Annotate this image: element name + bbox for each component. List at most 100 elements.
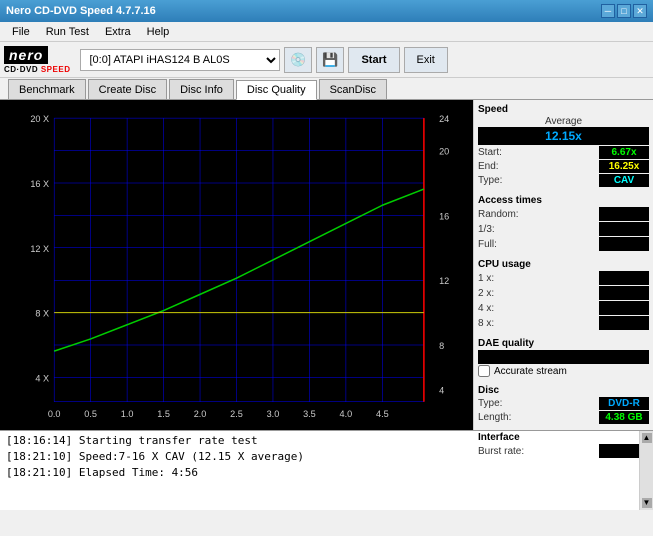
cpu-8x-row: 8 x: bbox=[478, 316, 649, 330]
title-bar: Nero CD-DVD Speed 4.7.7.16 ─ □ ✕ bbox=[0, 0, 653, 22]
log-entry-2: [18:21:10] Speed:7-16 X CAV (12.15 X ave… bbox=[6, 449, 633, 465]
onethird-row: 1/3: bbox=[478, 222, 649, 236]
svg-text:12: 12 bbox=[439, 276, 449, 286]
svg-text:3.5: 3.5 bbox=[303, 409, 316, 419]
cpu-2x-row: 2 x: bbox=[478, 286, 649, 300]
full-label: Full: bbox=[478, 239, 497, 250]
random-row: Random: bbox=[478, 207, 649, 221]
dae-title: DAE quality bbox=[478, 338, 649, 349]
minimize-button[interactable]: ─ bbox=[601, 4, 615, 18]
cd-icon-button[interactable]: 💿 bbox=[284, 47, 312, 73]
svg-text:4.5: 4.5 bbox=[376, 409, 389, 419]
log-entry-1: [18:16:14] Starting transfer rate test bbox=[6, 433, 633, 449]
onethird-label: 1/3: bbox=[478, 224, 495, 235]
random-label: Random: bbox=[478, 209, 519, 220]
menu-run-test[interactable]: Run Test bbox=[38, 24, 97, 40]
cdspeed-logo: CD·DVD SPEED bbox=[4, 65, 70, 74]
cpu-1x-row: 1 x: bbox=[478, 271, 649, 285]
end-value: 16.25x bbox=[599, 160, 649, 173]
tab-disc-quality[interactable]: Disc Quality bbox=[236, 80, 317, 100]
full-row: Full: bbox=[478, 237, 649, 251]
svg-text:1.5: 1.5 bbox=[157, 409, 170, 419]
disc-length-label: Length: bbox=[478, 412, 511, 423]
main-content: 20 X 16 X 12 X 8 X 4 X 24 20 16 12 8 4 0… bbox=[0, 100, 653, 430]
cpu-4x-label: 4 x: bbox=[478, 303, 494, 314]
disc-type-label: Type: bbox=[478, 398, 502, 409]
disc-type-row: Type: DVD-R bbox=[478, 397, 649, 410]
onethird-value bbox=[599, 222, 649, 236]
scroll-up-button[interactable]: ▲ bbox=[642, 433, 652, 443]
cpu-title: CPU usage bbox=[478, 259, 649, 270]
svg-text:12 X: 12 X bbox=[30, 244, 49, 254]
svg-text:24: 24 bbox=[439, 114, 449, 124]
accurate-stream-checkbox[interactable] bbox=[478, 365, 490, 377]
dae-value bbox=[478, 350, 649, 364]
disc-title: Disc bbox=[478, 385, 649, 396]
maximize-button[interactable]: □ bbox=[617, 4, 631, 18]
disc-section: Disc Type: DVD-R Length: 4.38 GB bbox=[478, 385, 649, 424]
menu-help[interactable]: Help bbox=[139, 24, 178, 40]
start-button[interactable]: Start bbox=[348, 47, 399, 73]
cpu-8x-value bbox=[599, 316, 649, 330]
end-row: End: 16.25x bbox=[478, 160, 649, 173]
cpu-2x-value bbox=[599, 286, 649, 300]
close-button[interactable]: ✕ bbox=[633, 4, 647, 18]
right-panel: Speed Average 12.15x Start: 6.67x End: 1… bbox=[473, 100, 653, 430]
start-row: Start: 6.67x bbox=[478, 146, 649, 159]
type-row: Type: CAV bbox=[478, 174, 649, 187]
tab-bar: Benchmark Create Disc Disc Info Disc Qua… bbox=[0, 78, 653, 100]
tab-disc-info[interactable]: Disc Info bbox=[169, 79, 234, 99]
log-area: [18:16:14] Starting transfer rate test [… bbox=[0, 430, 653, 510]
tab-benchmark[interactable]: Benchmark bbox=[8, 79, 86, 99]
chart-svg: 20 X 16 X 12 X 8 X 4 X 24 20 16 12 8 4 0… bbox=[8, 108, 465, 422]
speed-title: Speed bbox=[478, 104, 649, 115]
logo: nero CD·DVD SPEED bbox=[4, 46, 70, 74]
disc-length-value: 4.38 GB bbox=[599, 411, 649, 424]
cpu-1x-label: 1 x: bbox=[478, 273, 494, 284]
type-value: CAV bbox=[599, 174, 649, 187]
svg-text:4: 4 bbox=[439, 386, 444, 396]
svg-text:0.0: 0.0 bbox=[48, 409, 61, 419]
menu-file[interactable]: File bbox=[4, 24, 38, 40]
svg-text:4.0: 4.0 bbox=[340, 409, 353, 419]
cpu-4x-value bbox=[599, 301, 649, 315]
chart-area: 20 X 16 X 12 X 8 X 4 X 24 20 16 12 8 4 0… bbox=[0, 100, 473, 430]
start-value: 6.67x bbox=[599, 146, 649, 159]
save-button[interactable]: 💾 bbox=[316, 47, 344, 73]
type-label: Type: bbox=[478, 175, 502, 186]
drive-selector[interactable]: [0:0] ATAPI iHAS124 B AL0S bbox=[80, 49, 280, 71]
svg-text:8 X: 8 X bbox=[35, 309, 49, 319]
svg-text:4 X: 4 X bbox=[35, 373, 49, 383]
disc-type-value: DVD-R bbox=[599, 397, 649, 410]
access-title: Access times bbox=[478, 195, 649, 206]
log-content: [18:16:14] Starting transfer rate test [… bbox=[0, 431, 639, 510]
full-value bbox=[599, 237, 649, 251]
svg-text:16: 16 bbox=[439, 211, 449, 221]
scroll-down-button[interactable]: ▼ bbox=[642, 498, 652, 508]
svg-text:16 X: 16 X bbox=[30, 179, 49, 189]
svg-text:2.0: 2.0 bbox=[194, 409, 207, 419]
tab-create-disc[interactable]: Create Disc bbox=[88, 79, 167, 99]
svg-text:3.0: 3.0 bbox=[267, 409, 280, 419]
window-title: Nero CD-DVD Speed 4.7.7.16 bbox=[6, 5, 156, 17]
average-label: Average bbox=[478, 116, 649, 127]
start-label: Start: bbox=[478, 147, 502, 158]
cpu-8x-label: 8 x: bbox=[478, 318, 494, 329]
average-value: 12.15x bbox=[478, 127, 649, 145]
end-label: End: bbox=[478, 161, 499, 172]
svg-text:2.5: 2.5 bbox=[230, 409, 243, 419]
exit-button[interactable]: Exit bbox=[404, 47, 448, 73]
cpu-4x-row: 4 x: bbox=[478, 301, 649, 315]
speed-section: Speed Average 12.15x Start: 6.67x End: 1… bbox=[478, 104, 649, 187]
log-entry-3: [18:21:10] Elapsed Time: 4:56 bbox=[6, 465, 633, 481]
menu-extra[interactable]: Extra bbox=[97, 24, 139, 40]
disc-length-row: Length: 4.38 GB bbox=[478, 411, 649, 424]
accurate-stream-label: Accurate stream bbox=[494, 366, 567, 377]
accurate-stream-row: Accurate stream bbox=[478, 365, 649, 377]
svg-text:8: 8 bbox=[439, 341, 444, 351]
dae-section: DAE quality Accurate stream bbox=[478, 338, 649, 377]
tab-scandisc[interactable]: ScanDisc bbox=[319, 79, 387, 99]
toolbar: nero CD·DVD SPEED [0:0] ATAPI iHAS124 B … bbox=[0, 42, 653, 78]
log-scrollbar[interactable]: ▲ ▼ bbox=[639, 431, 653, 510]
cpu-1x-value bbox=[599, 271, 649, 285]
